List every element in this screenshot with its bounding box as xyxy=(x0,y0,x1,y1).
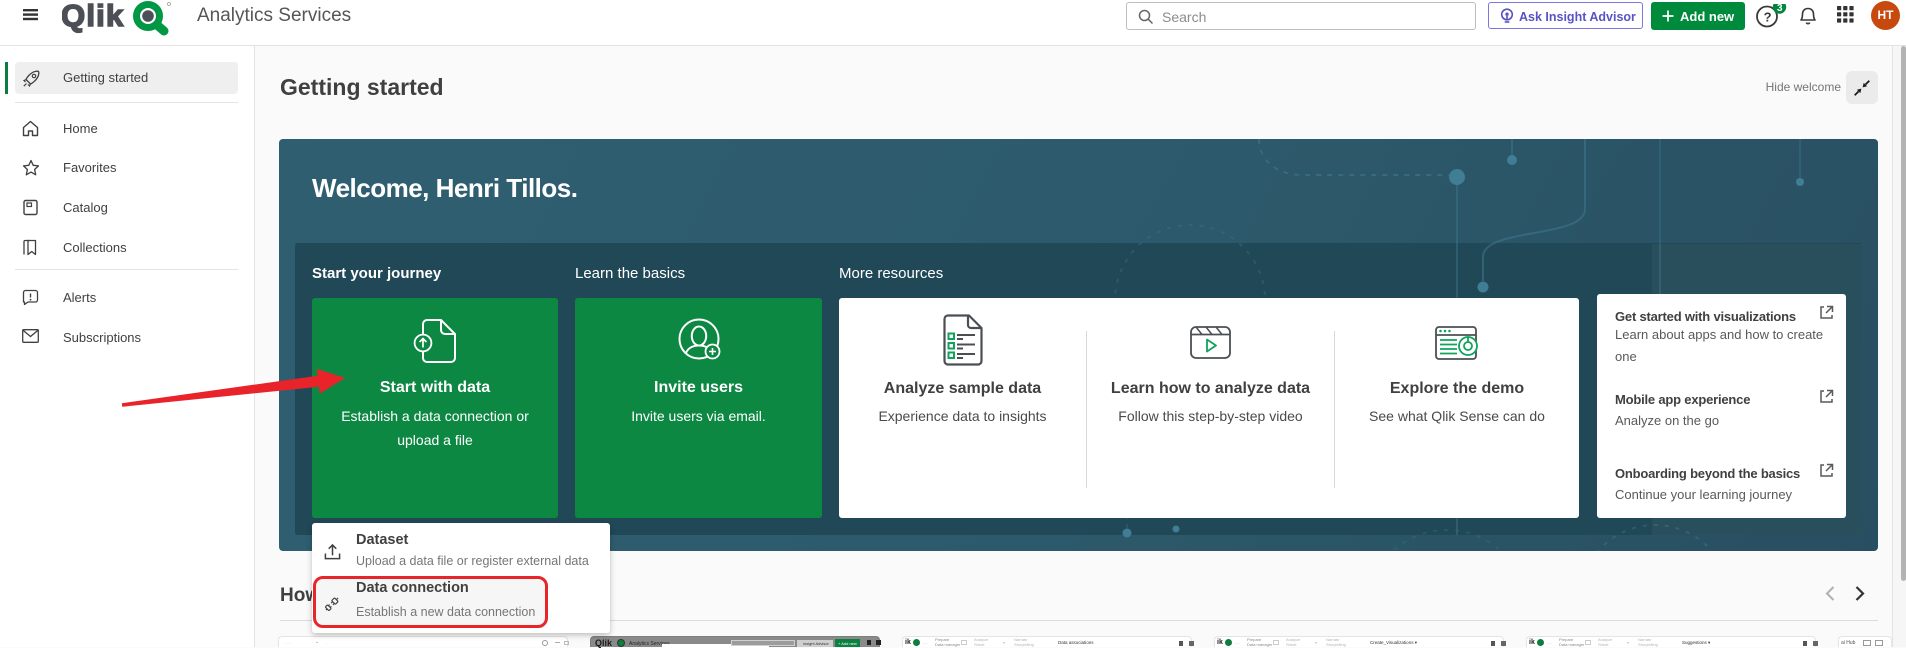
svg-text:Qlik: Qlik xyxy=(62,0,124,33)
svg-text:?: ? xyxy=(1764,10,1772,25)
svg-text:3: 3 xyxy=(1777,4,1783,14)
